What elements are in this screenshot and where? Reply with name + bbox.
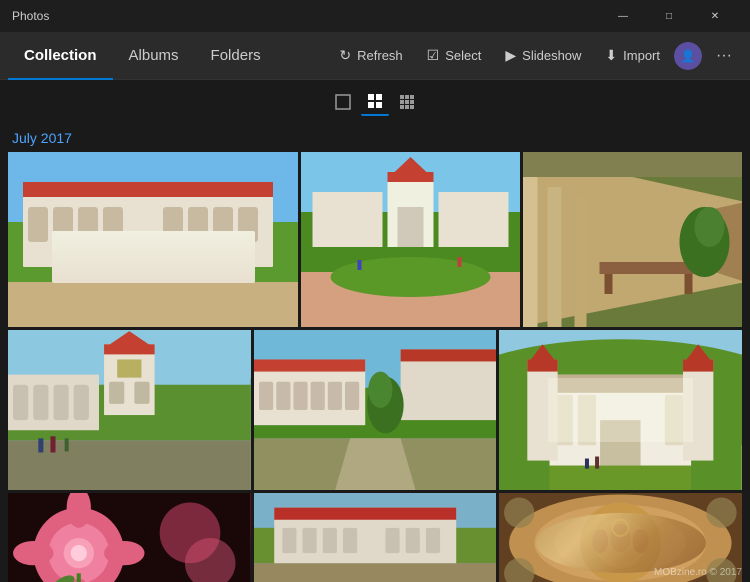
photo-thumbnail <box>8 330 251 490</box>
nav-tabs: Collection Albums Folders <box>8 32 329 80</box>
photo-thumbnail <box>523 152 742 327</box>
photo-row-3 <box>8 493 742 582</box>
photo-item[interactable] <box>8 493 251 582</box>
photo-item[interactable] <box>8 330 251 490</box>
minimize-button[interactable]: — <box>600 0 646 32</box>
photo-item[interactable] <box>254 330 497 490</box>
action-bar: ↻ Refresh ☑ Select ▶ Slideshow ⬇ Import … <box>329 40 742 72</box>
photo-item[interactable] <box>254 493 497 582</box>
view-small-icon <box>335 94 351 110</box>
slideshow-button[interactable]: ▶ Slideshow <box>495 40 591 72</box>
close-button[interactable]: ✕ <box>692 0 738 32</box>
view-small-button[interactable] <box>329 88 357 116</box>
photo-row-2 <box>8 330 742 490</box>
user-avatar[interactable]: 👤 <box>674 42 702 70</box>
app-window: Photos — □ ✕ Collection Albums Folders ↻… <box>0 0 750 582</box>
slideshow-icon: ▶ <box>505 47 516 64</box>
select-icon: ☑ <box>427 47 440 64</box>
view-medium-button[interactable] <box>361 88 389 116</box>
photo-item[interactable] <box>499 493 742 582</box>
refresh-icon: ↻ <box>339 47 351 64</box>
app-title: Photos <box>12 9 600 23</box>
import-icon: ⬇ <box>605 47 617 64</box>
photo-thumbnail <box>8 493 251 582</box>
photo-item[interactable] <box>8 152 298 327</box>
title-bar: Photos — □ ✕ <box>0 0 750 32</box>
maximize-button[interactable]: □ <box>646 0 692 32</box>
select-button[interactable]: ☑ Select <box>417 40 492 72</box>
photo-thumbnail <box>254 493 497 582</box>
photo-item[interactable] <box>499 330 742 490</box>
photo-thumbnail <box>499 330 742 490</box>
view-medium-icon <box>367 93 383 109</box>
photo-thumbnail <box>8 152 298 327</box>
navigation-bar: Collection Albums Folders ↻ Refresh ☑ Se… <box>0 32 750 80</box>
photo-thumbnail <box>499 493 742 582</box>
photo-row-1 <box>8 152 742 327</box>
refresh-button[interactable]: ↻ Refresh <box>329 40 412 72</box>
import-button[interactable]: ⬇ Import <box>595 40 670 72</box>
more-button[interactable]: ··· <box>706 40 742 72</box>
view-large-icon <box>399 94 415 110</box>
view-controls <box>0 80 750 124</box>
tab-albums[interactable]: Albums <box>113 32 195 80</box>
view-large-button[interactable] <box>393 88 421 116</box>
photo-item[interactable] <box>301 152 520 327</box>
tab-collection[interactable]: Collection <box>8 32 113 80</box>
photo-thumbnail <box>301 152 520 327</box>
window-controls: — □ ✕ <box>600 0 738 32</box>
tab-folders[interactable]: Folders <box>195 32 277 80</box>
photo-thumbnail <box>254 330 497 490</box>
month-label: July 2017 <box>8 124 742 152</box>
photo-item[interactable] <box>523 152 742 327</box>
photos-content[interactable]: July 2017 <box>0 124 750 582</box>
